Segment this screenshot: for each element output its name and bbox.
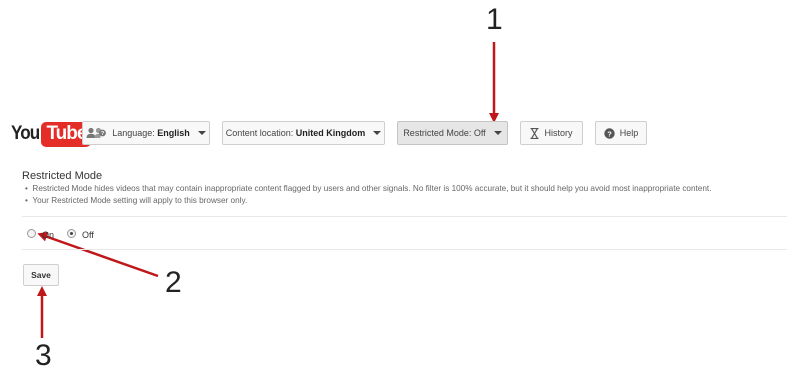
- chevron-down-icon: [197, 131, 206, 135]
- info-bullet-2-text: Your Restricted Mode setting will apply …: [32, 196, 248, 205]
- radio-off-label[interactable]: Off: [82, 230, 94, 240]
- divider-top: [22, 216, 787, 217]
- callout-number-3: 3: [35, 339, 52, 372]
- restricted-mode-button[interactable]: Restricted Mode: Off: [397, 121, 508, 145]
- callout-arrow-2: [37, 231, 159, 278]
- divider-bottom: [22, 249, 787, 250]
- content-location-button[interactable]: Content location: United Kingdom: [222, 121, 385, 145]
- callout-number-1: 1: [486, 3, 503, 36]
- radio-on[interactable]: [27, 229, 36, 238]
- info-bullet-1: • Restricted Mode hides videos that may …: [25, 184, 711, 193]
- save-button[interactable]: Save: [23, 264, 59, 286]
- people-chat-icon: ?: [86, 127, 107, 139]
- logo-you-text: You: [11, 123, 40, 144]
- radio-off[interactable]: [67, 229, 76, 238]
- info-bullet-2: • Your Restricted Mode setting will appl…: [25, 196, 247, 205]
- youtube-logo[interactable]: You Tube: [11, 119, 92, 149]
- info-bullet-1-text: Restricted Mode hides videos that may co…: [32, 184, 712, 193]
- help-label: Help: [619, 128, 639, 138]
- chevron-down-icon: [493, 131, 502, 135]
- history-button[interactable]: History: [520, 121, 583, 145]
- svg-text:?: ?: [607, 129, 612, 138]
- radio-on-label[interactable]: On: [42, 230, 54, 240]
- chevron-down-icon: [373, 131, 382, 135]
- restricted-mode-title: Restricted Mode: [22, 170, 103, 182]
- location-value: United Kingdom: [295, 128, 366, 138]
- history-label: History: [544, 128, 573, 138]
- language-label: Language:: [112, 128, 155, 138]
- callout-number-2: 2: [165, 266, 182, 299]
- help-button[interactable]: ? Help: [595, 121, 647, 145]
- language-value: English: [157, 128, 190, 138]
- language-button[interactable]: ? Language: English: [82, 121, 210, 145]
- location-label: Content location:: [225, 128, 294, 138]
- restricted-mode-label: Restricted Mode: Off: [403, 128, 486, 138]
- question-circle-icon: ?: [604, 127, 615, 139]
- hourglass-icon: [530, 127, 539, 139]
